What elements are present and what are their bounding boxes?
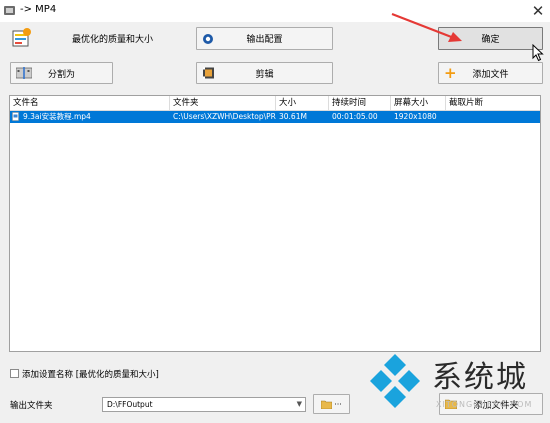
column-header-name[interactable]: 文件名 xyxy=(10,96,170,110)
cell-size: 30.61M xyxy=(279,112,307,121)
annotation-arrow xyxy=(391,12,462,42)
add-setting-name-label: 添加设置名称 [最优化的质量和大小] xyxy=(22,370,159,380)
quality-settings-icon xyxy=(12,28,31,47)
chevron-down-icon[interactable]: ▼ xyxy=(297,398,302,411)
cell-clip xyxy=(446,111,542,123)
file-list-header: 文件名 文件夹 大小 持续时间 屏幕大小 截取片断 xyxy=(10,96,540,111)
app-logo-icon xyxy=(4,6,15,15)
column-header-folder[interactable]: 文件夹 xyxy=(170,96,276,110)
split-label: 分割为 xyxy=(47,69,75,80)
add-file-label: 添加文件 xyxy=(472,69,509,80)
output-config-label: 输出配置 xyxy=(246,35,283,45)
split-button[interactable]: 分割为 xyxy=(10,62,113,84)
window-title: -> MP4 xyxy=(20,4,57,15)
ok-label: 确定 xyxy=(481,35,500,45)
watermark-subtext: XITONGCHENG.COM xyxy=(436,400,533,409)
cell-folder: C:\Users\XZWH\Desktop\PR... xyxy=(173,112,276,121)
video-file-icon xyxy=(10,111,20,123)
add-setting-name-checkbox[interactable] xyxy=(10,369,19,378)
split-icon xyxy=(16,67,32,79)
table-row[interactable]: 9.3ai安装教程.mp4 C:\Users\XZWH\Desktop\PR..… xyxy=(10,111,540,123)
clip-icon xyxy=(203,67,214,79)
clip-button[interactable]: 剪辑 xyxy=(196,62,333,84)
mouse-cursor-icon xyxy=(532,44,544,62)
browse-folder-button[interactable]: ··· xyxy=(313,394,350,414)
column-header-size[interactable]: 大小 xyxy=(276,96,329,110)
column-header-duration[interactable]: 持续时间 xyxy=(329,96,391,110)
browse-more-label: ··· xyxy=(334,399,342,409)
add-file-button[interactable]: + 添加文件 xyxy=(438,62,543,84)
output-config-icon xyxy=(203,33,213,44)
column-header-screen-size[interactable]: 屏幕大小 xyxy=(391,96,446,110)
add-icon: + xyxy=(444,64,457,82)
column-header-clip[interactable]: 截取片断 xyxy=(446,96,542,110)
output-folder-label: 输出文件夹 xyxy=(10,401,53,411)
output-config-button[interactable]: 输出配置 xyxy=(196,27,333,50)
folder-icon xyxy=(321,400,333,409)
watermark: 系统城 XITONGCHENG.COM xyxy=(362,348,548,418)
clip-label: 剪辑 xyxy=(255,69,274,80)
file-list[interactable]: 文件名 文件夹 大小 持续时间 屏幕大小 截取片断 9.3ai安装教程.mp4 … xyxy=(9,95,541,352)
cell-duration: 00:01:05.00 xyxy=(332,112,378,121)
cell-screen-size: 1920x1080 xyxy=(394,112,437,121)
output-folder-value: D:\FFOutput xyxy=(107,400,153,409)
quality-label: 最优化的质量和大小 xyxy=(72,35,154,45)
cell-file-name: 9.3ai安装教程.mp4 xyxy=(23,112,91,121)
watermark-text: 系统城 xyxy=(432,360,528,395)
close-icon[interactable]: ✕ xyxy=(528,1,548,21)
output-folder-select[interactable]: D:\FFOutput ▼ xyxy=(102,397,306,412)
watermark-logo xyxy=(370,354,420,408)
